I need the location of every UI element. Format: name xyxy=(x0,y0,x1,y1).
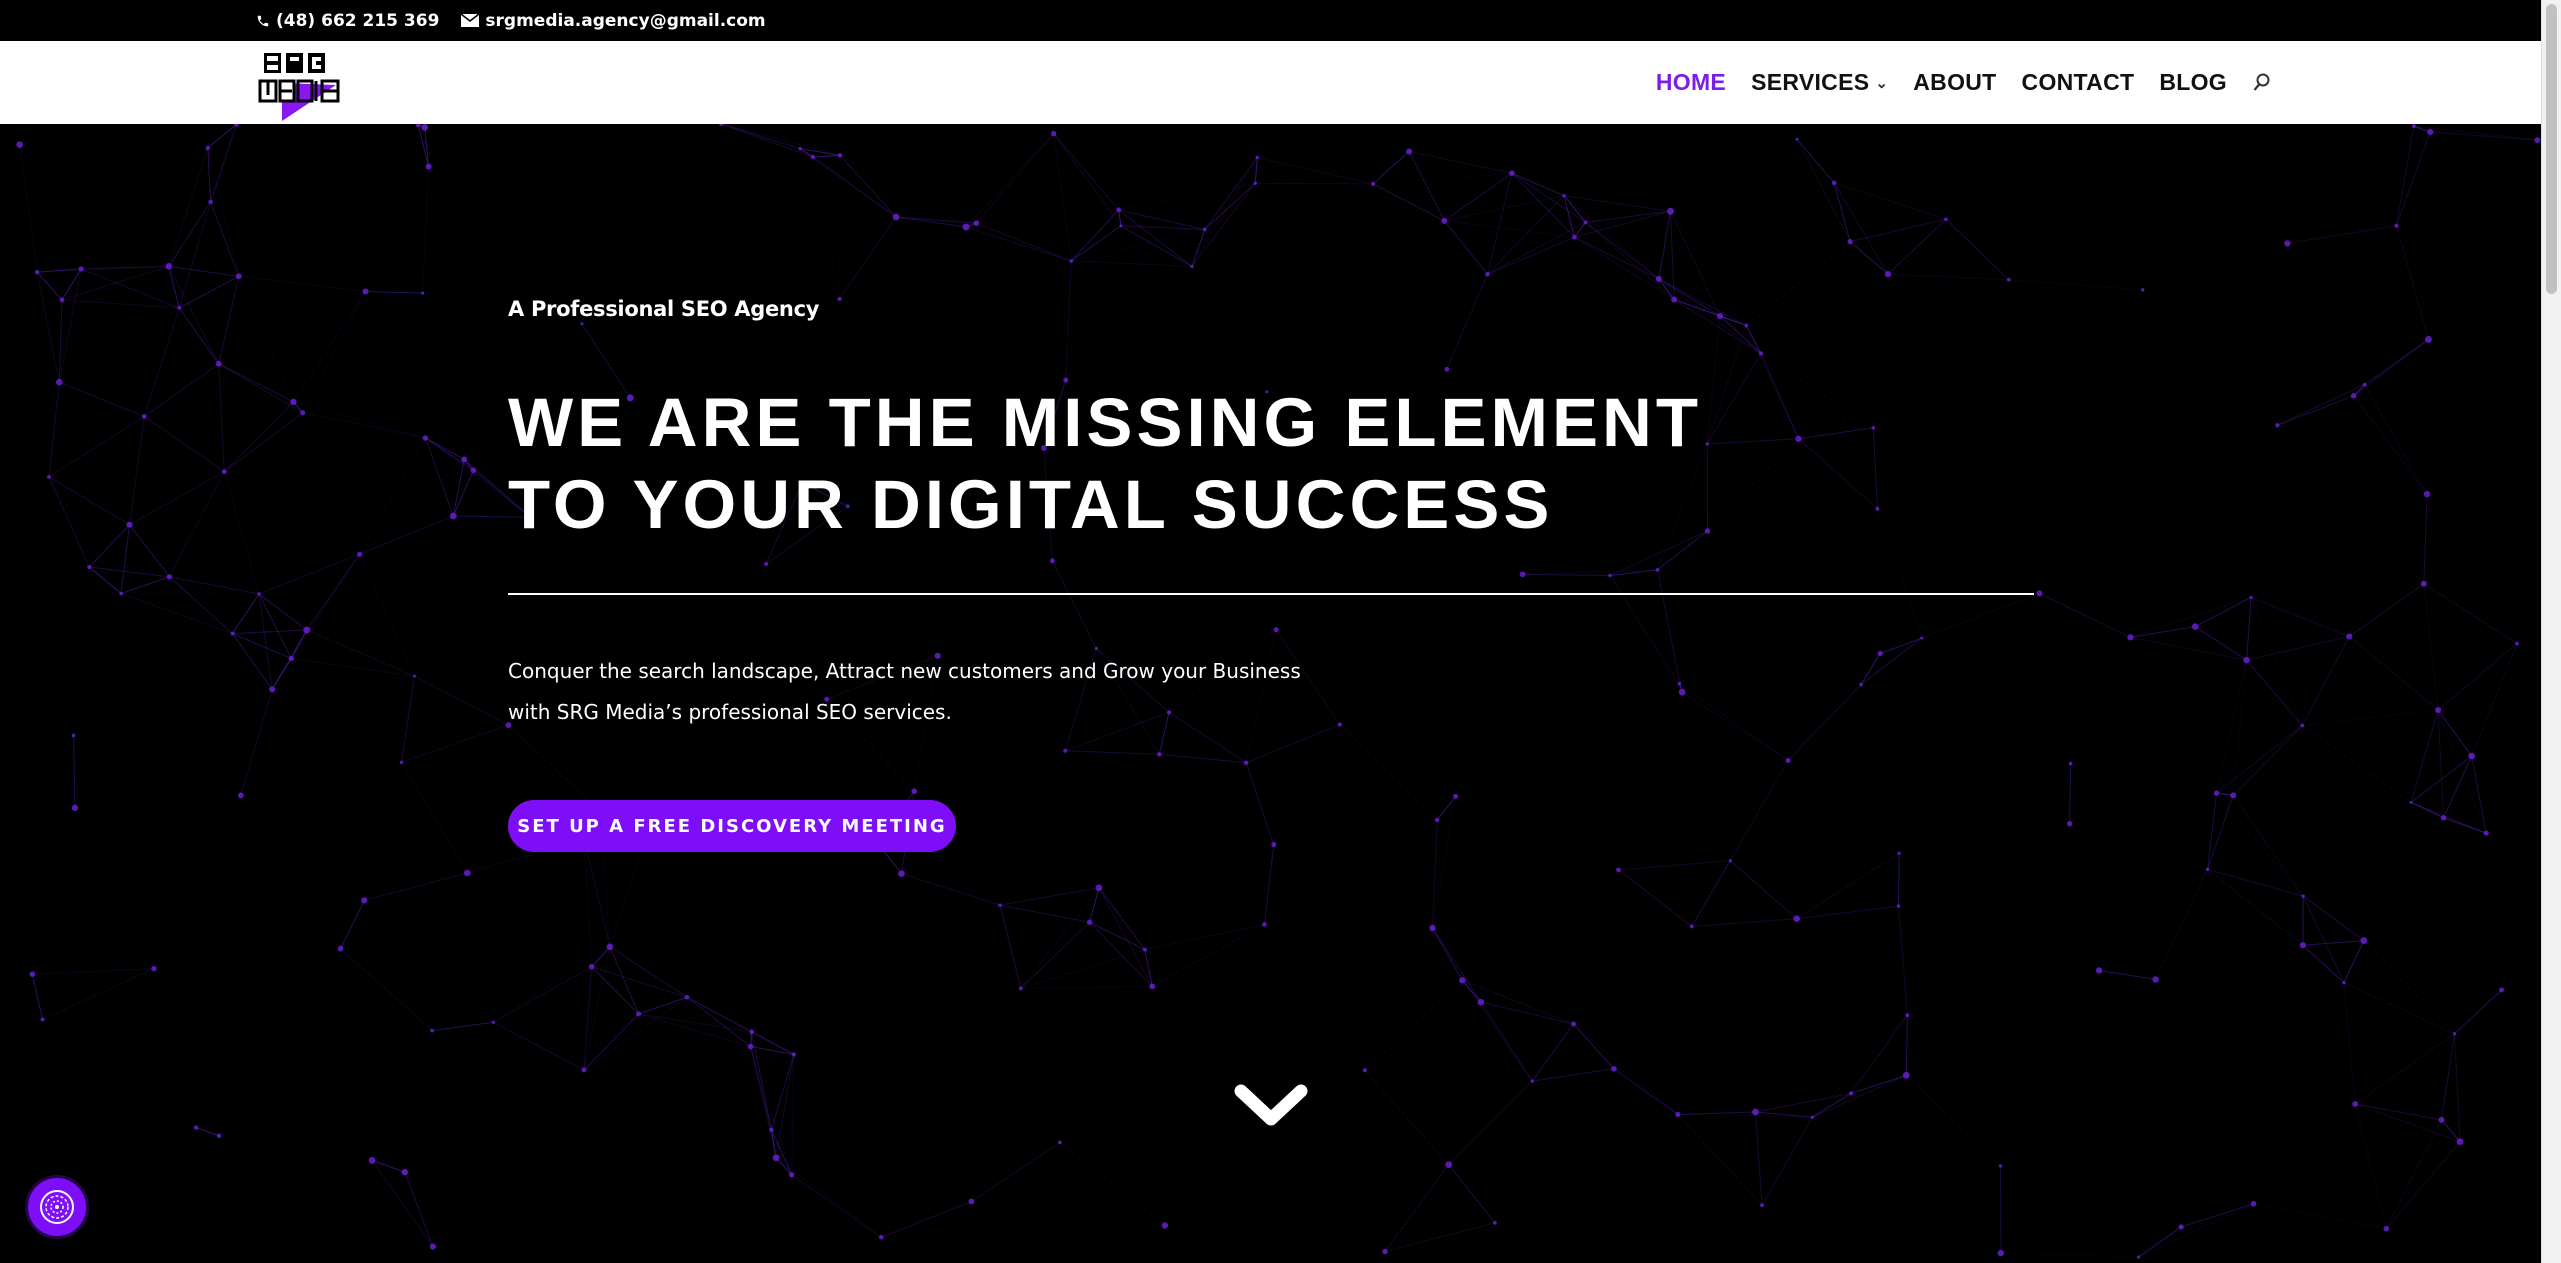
top-bar: (48) 662 215 369 srgmedia.agency@gmail.c… xyxy=(0,0,2541,41)
phone-text: (48) 662 215 369 xyxy=(276,10,440,31)
nav-about[interactable]: ABOUT xyxy=(1913,69,1996,96)
chevron-down-icon: ⌄ xyxy=(1875,74,1889,92)
hero-description: Conquer the search landscape, Attract ne… xyxy=(508,659,1301,724)
nav-services-label: SERVICES xyxy=(1751,69,1870,95)
hero-headline: WE ARE THE MISSING ELEMENT TO YOUR DIGIT… xyxy=(508,382,1702,546)
nav-home[interactable]: HOME xyxy=(1656,69,1726,96)
site-logo[interactable] xyxy=(256,45,356,121)
contact-info: (48) 662 215 369 srgmedia.agency@gmail.c… xyxy=(256,0,766,41)
nav-about-label: ABOUT xyxy=(1913,69,1997,95)
nav-contact[interactable]: CONTACT xyxy=(2022,69,2135,96)
srg-media-logo xyxy=(258,53,340,121)
email-link[interactable]: srgmedia.agency@gmail.com xyxy=(461,10,766,31)
page-scrollbar[interactable] xyxy=(2541,0,2561,1263)
nav-blog[interactable]: BLOG xyxy=(2159,69,2227,96)
nav-home-label: HOME xyxy=(1655,69,1727,95)
nav-contact-label: CONTACT xyxy=(2021,69,2135,95)
hero-tagline: A Professional SEO Agency xyxy=(508,297,820,321)
site-header: HOME SERVICES ⌄ ABOUT CONTACT BLOG xyxy=(0,41,2541,124)
scrollbar-thumb[interactable] xyxy=(2546,4,2557,294)
hero-section: A Professional SEO Agency WE ARE THE MIS… xyxy=(0,124,2541,1263)
mail-icon xyxy=(461,14,480,27)
search-icon[interactable] xyxy=(2253,73,2271,93)
hero-divider xyxy=(508,593,2034,595)
main-nav: HOME SERVICES ⌄ ABOUT CONTACT BLOG xyxy=(1631,41,2271,124)
headline-line-1: WE ARE THE MISSING ELEMENT xyxy=(508,384,1702,461)
nav-services[interactable]: SERVICES ⌄ xyxy=(1751,69,1888,96)
phone-link[interactable]: (48) 662 215 369 xyxy=(256,11,439,31)
nav-blog-label: BLOG xyxy=(2159,69,2227,95)
email-text: srgmedia.agency@gmail.com xyxy=(485,10,766,31)
chevron-down-icon[interactable] xyxy=(1231,1079,1311,1133)
headline-line-2: TO YOUR DIGITAL SUCCESS xyxy=(508,466,1554,543)
discovery-meeting-button[interactable]: SET UP A FREE DISCOVERY MEETING xyxy=(508,800,956,852)
phone-icon xyxy=(257,15,269,26)
cookie-icon[interactable] xyxy=(28,1178,86,1236)
